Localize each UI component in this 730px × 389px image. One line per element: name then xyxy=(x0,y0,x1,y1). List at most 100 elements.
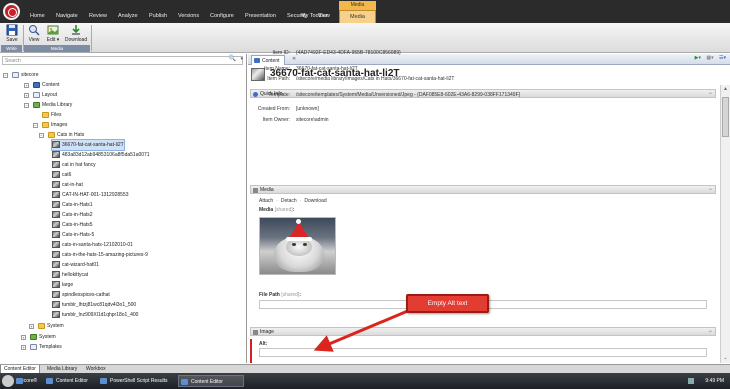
view-button[interactable]: View xyxy=(24,24,44,43)
tab-home[interactable]: Home xyxy=(30,10,45,23)
scroll-thumb[interactable] xyxy=(722,97,729,137)
image-thumbnail-icon xyxy=(52,141,60,149)
tree-item[interactable]: cats-in-the-hats-15-amazing-pictures-9 xyxy=(52,250,148,260)
tree-node-content[interactable]: + Content xyxy=(24,80,60,90)
tree-item[interactable]: Cats-in-Hats-5 xyxy=(52,230,94,240)
tree-node-label: System xyxy=(47,323,64,329)
close-icon[interactable]: ✕ xyxy=(292,55,296,64)
expand-toggle[interactable]: + xyxy=(29,324,34,329)
image-thumbnail-icon xyxy=(52,171,60,179)
tree-item[interactable]: cat-wizard-hat01 xyxy=(52,260,99,270)
gutter-icon[interactable]: ▦▾ xyxy=(706,55,713,61)
tree-item[interactable]: Cats-in-Hats5 xyxy=(52,220,93,230)
options-icon[interactable]: ☰▾ xyxy=(719,55,726,61)
tab-analyze[interactable]: Analyze xyxy=(118,10,138,23)
tree-node-system[interactable]: + System xyxy=(21,332,56,342)
expand-toggle[interactable]: + xyxy=(21,345,26,350)
item-owner-value: sitecore\admin xyxy=(296,117,329,123)
download-link[interactable]: Download xyxy=(304,198,326,204)
image-thumbnail-icon xyxy=(52,201,60,209)
image-section-header[interactable]: Image − xyxy=(250,327,716,336)
tray-icon[interactable] xyxy=(688,378,694,384)
alt-text-field[interactable] xyxy=(259,348,707,357)
media-section-header[interactable]: Media − xyxy=(250,185,716,194)
taskbar-sitecore[interactable]: sitecore® xyxy=(14,375,37,387)
shared-marker: [shared] xyxy=(281,292,300,298)
tree-item[interactable]: CAT-IN-HAT-001-1312928553 xyxy=(52,190,129,200)
tree-item[interactable]: large xyxy=(52,280,73,290)
collapse-icon[interactable]: − xyxy=(708,90,712,99)
item-path-value: /sitecore/media library/Images/Cats in H… xyxy=(296,76,455,82)
tree-item[interactable]: cat6 xyxy=(52,170,71,180)
tree-item[interactable]: Cats-in-Hats1 xyxy=(52,200,93,210)
tree-item[interactable]: cat-in-hat xyxy=(52,180,83,190)
start-icon[interactable] xyxy=(2,375,14,387)
detach-link[interactable]: Detach xyxy=(281,198,297,204)
tree-item-label: Cats-in-Hats1 xyxy=(62,202,93,208)
tree-node-sitecore[interactable]: − sitecore xyxy=(3,70,39,80)
expand-toggle[interactable]: + xyxy=(24,83,29,88)
expand-toggle[interactable]: + xyxy=(24,93,29,98)
download-button[interactable]: Download xyxy=(63,24,89,43)
tab-presentation[interactable]: Presentation xyxy=(245,10,276,23)
collapse-icon[interactable]: − xyxy=(708,186,712,195)
tree-node-system-media[interactable]: + System xyxy=(29,321,64,331)
tree-item[interactable]: tumblr_lhtzj81wc81qdv4l3o1_500 xyxy=(52,300,136,310)
scroll-up-icon[interactable]: ▲ xyxy=(721,86,730,92)
image-thumbnail-icon xyxy=(52,261,60,269)
collapse-toggle[interactable]: − xyxy=(39,133,44,138)
tab-content[interactable]: Content xyxy=(251,55,285,65)
navigate-forward-icon[interactable]: ▶▾ xyxy=(695,55,701,61)
separator-dot: · xyxy=(276,198,278,204)
tree-item[interactable]: Cats-in-Hats2 xyxy=(52,210,93,220)
collapse-toggle[interactable]: − xyxy=(24,103,29,108)
search-input[interactable]: Search xyxy=(2,56,243,65)
tab-media[interactable]: Media xyxy=(339,10,376,23)
tab-publish[interactable]: Publish xyxy=(149,10,167,23)
tree-node-templates[interactable]: + Templates xyxy=(21,342,62,352)
tree-node-files[interactable]: Files xyxy=(42,110,62,120)
tree-node-images[interactable]: − Images xyxy=(33,120,67,130)
collapse-icon[interactable]: − xyxy=(708,328,712,337)
tab-versions[interactable]: Versions xyxy=(178,10,199,23)
tree-node-media-library[interactable]: − Media Library xyxy=(24,100,72,110)
file-path-field-label: File Path [shared]: xyxy=(259,292,301,298)
tree-item[interactable]: 483a83d12ab94853106a8f5da51a0071 xyxy=(52,150,150,160)
edit-label: Edit ▾ xyxy=(46,37,60,43)
expand-toggle[interactable]: + xyxy=(21,335,26,340)
tab-configure[interactable]: Configure xyxy=(210,10,234,23)
taskbar-content-editor[interactable]: Content Editor xyxy=(44,375,88,387)
folder-icon xyxy=(48,131,55,138)
tree-item[interactable]: spindlesspices-cathat xyxy=(52,290,110,300)
ribbon: Save Write View Edit ▾ Download Media xyxy=(0,23,730,53)
tree-item[interactable]: cats-in-santa-hats-12102010-01 xyxy=(52,240,133,250)
taskbar-powershell-results[interactable]: PowerShell Script Results xyxy=(98,375,168,387)
tab-review[interactable]: Review xyxy=(89,10,107,23)
tree-node-layout[interactable]: + Layout xyxy=(24,90,57,100)
santa-hat-pompom-picture xyxy=(296,219,301,224)
tree-item[interactable]: cat in hat fancy xyxy=(52,160,96,170)
clock: 9:49 PM xyxy=(705,378,724,384)
tree-item-label: cats-in-santa-hats-12102010-01 xyxy=(62,242,133,248)
tab-my-toolbar[interactable]: My Toolbar xyxy=(301,10,328,23)
tree-node-cats-in-hats[interactable]: − Cats in Hats xyxy=(39,130,84,140)
collapse-toggle[interactable]: − xyxy=(3,73,8,78)
taskbar-content-editor-active[interactable]: Content Editor xyxy=(178,375,244,387)
tree-item[interactable]: tumblr_lnz909Xl1d1qhpr18o1_400 xyxy=(52,310,138,320)
attach-link[interactable]: Attach xyxy=(259,198,273,204)
tree-item-label: cats-in-the-hats-15-amazing-pictures-9 xyxy=(62,252,148,258)
media-preview-image[interactable] xyxy=(259,217,336,275)
collapse-toggle[interactable]: − xyxy=(33,123,38,128)
vertical-scrollbar[interactable]: ▲ ⌄ xyxy=(720,85,730,363)
search-options-dropdown-icon[interactable]: ▾ xyxy=(240,56,243,62)
tree-item[interactable]: hellokittycat xyxy=(52,270,88,280)
scroll-down-icon[interactable]: ⌄ xyxy=(721,355,730,361)
folder-icon xyxy=(42,111,49,118)
tab-navigate[interactable]: Navigate xyxy=(56,10,78,23)
sitecore-logo-icon[interactable] xyxy=(3,3,20,20)
image-thumbnail-icon xyxy=(52,151,60,159)
save-button[interactable]: Save xyxy=(2,24,22,43)
edit-button[interactable]: Edit ▾ xyxy=(43,24,63,43)
search-icon[interactable]: 🔍 xyxy=(229,55,236,62)
tree-item-selected[interactable]: 36670-fat-cat-santa-hat-li2T xyxy=(51,139,125,151)
